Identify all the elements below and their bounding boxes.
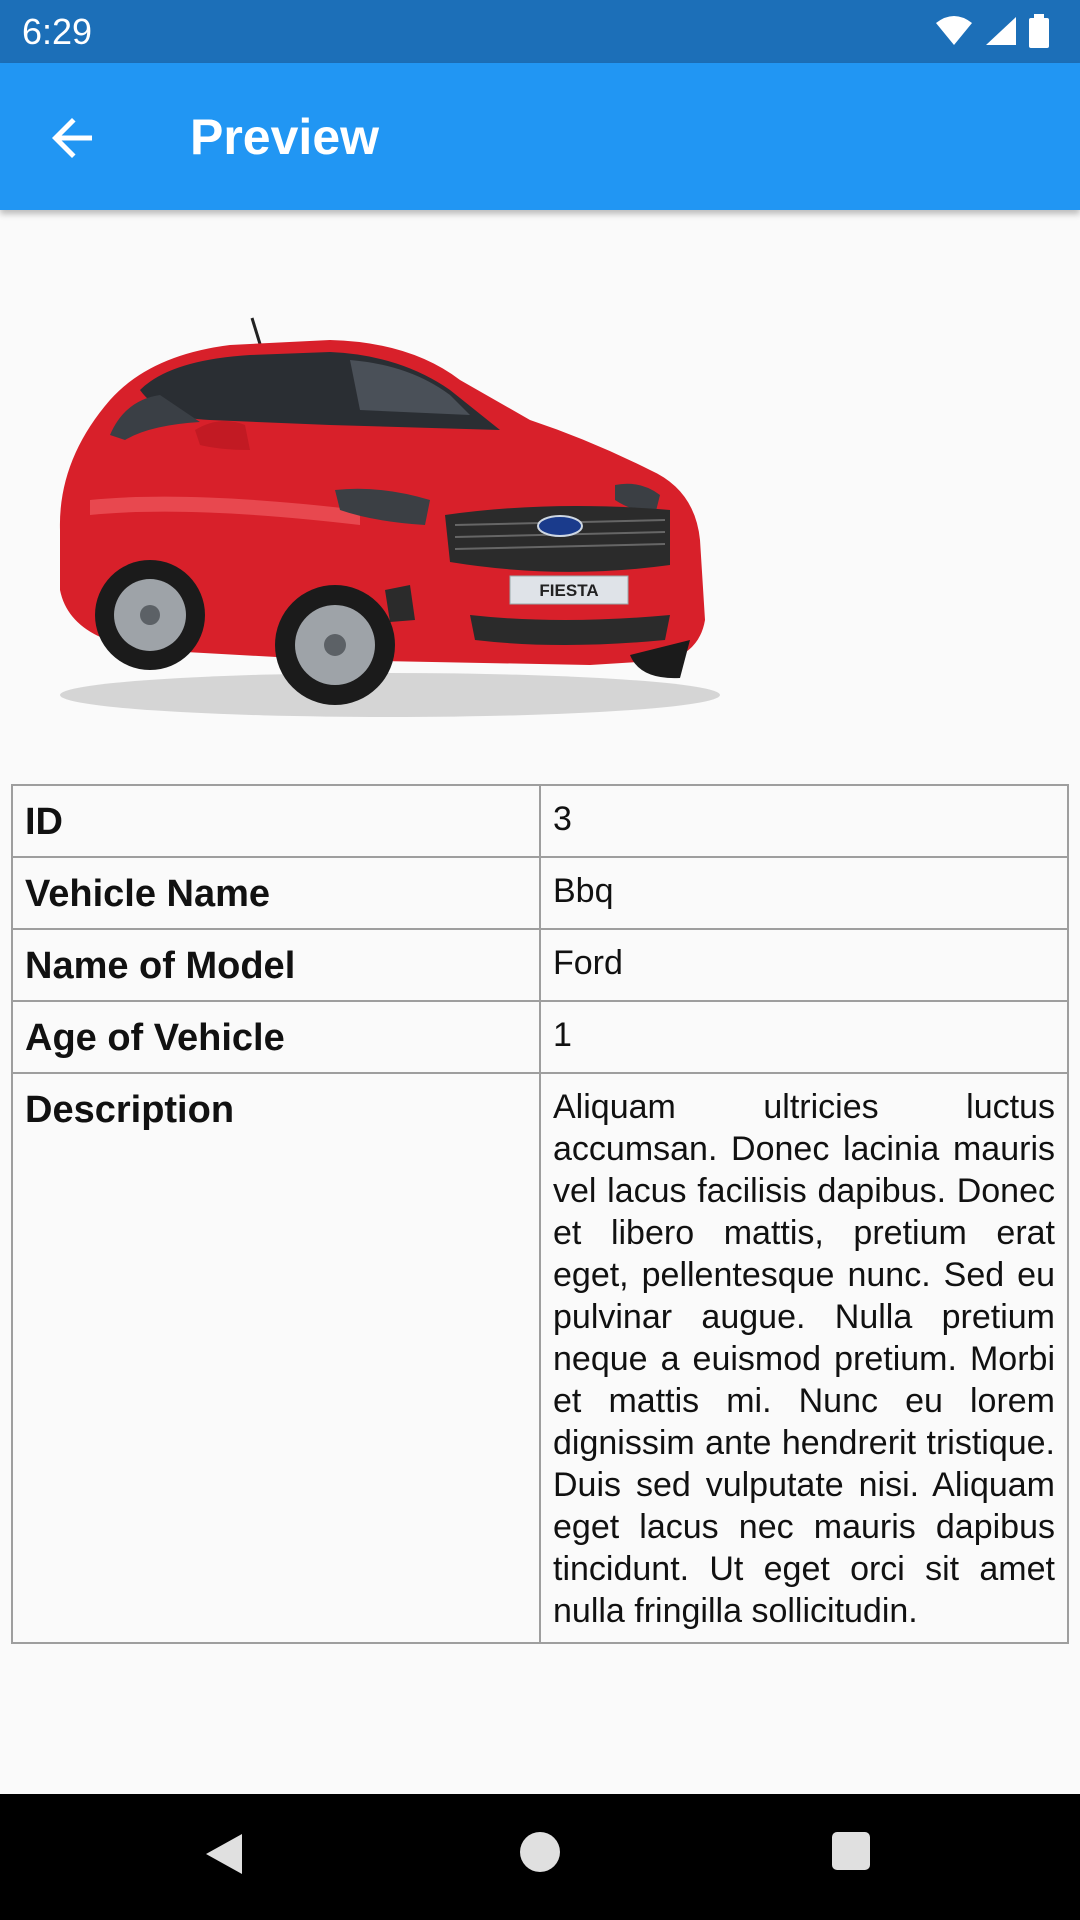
plate-text: FIESTA <box>539 581 598 600</box>
row-value-model: Ford <box>539 928 1069 1002</box>
car-image: FIESTA <box>30 300 750 730</box>
row-value-age: 1 <box>539 1000 1069 1074</box>
table-row: ID 3 <box>11 784 1069 858</box>
wifi-icon <box>936 16 972 45</box>
arrow-back-icon <box>52 118 92 158</box>
nav-home-icon[interactable] <box>520 1832 560 1872</box>
app-bar: Preview <box>0 63 1080 210</box>
row-key-model: Name of Model <box>11 928 541 1002</box>
table-row: Name of Model Ford <box>11 928 1069 1002</box>
row-value-vehicle-name: Bbq <box>539 856 1069 930</box>
nav-back-icon[interactable] <box>204 1832 244 1876</box>
row-key-description: Description <box>11 1072 541 1644</box>
back-button[interactable] <box>42 108 102 168</box>
row-key-age: Age of Vehicle <box>11 1000 541 1074</box>
status-bar: 6:29 <box>0 0 1080 63</box>
nav-recents-icon[interactable] <box>832 1832 870 1870</box>
system-nav-bar <box>0 1794 1080 1920</box>
status-time: 6:29 <box>22 11 93 52</box>
car-illustration: FIESTA <box>59 317 720 717</box>
table-row: Vehicle Name Bbq <box>11 856 1069 930</box>
details-table: ID 3 Vehicle Name Bbq Name of Model Ford… <box>11 784 1069 1644</box>
table-row: Description Aliquam ultricies luctus acc… <box>11 1072 1069 1644</box>
row-value-id: 3 <box>539 784 1069 858</box>
signal-icon <box>986 17 1016 45</box>
battery-icon <box>1029 14 1049 48</box>
row-key-id: ID <box>11 784 541 858</box>
status-icons <box>934 14 1050 48</box>
table-row: Age of Vehicle 1 <box>11 1000 1069 1074</box>
row-key-vehicle-name: Vehicle Name <box>11 856 541 930</box>
row-value-description: Aliquam ultricies luctus accumsan. Donec… <box>539 1072 1069 1644</box>
page-title: Preview <box>190 109 380 165</box>
